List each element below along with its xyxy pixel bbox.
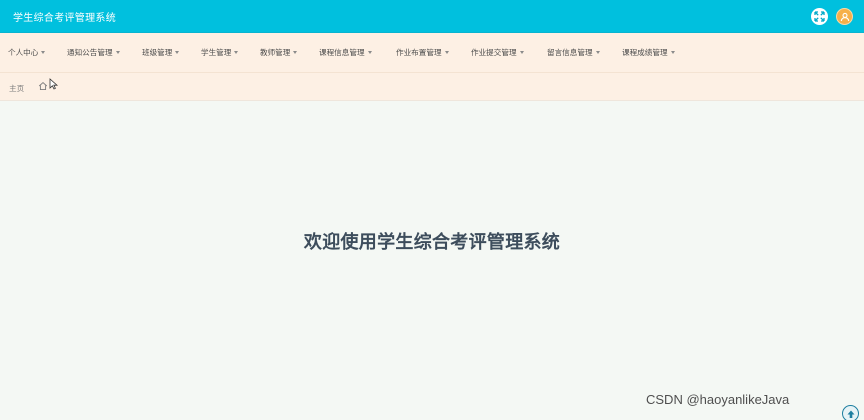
main-content: 欢迎使用学生综合考评管理系统 <box>0 101 864 420</box>
nav-item-submission-management[interactable]: 作业提交管理 <box>471 47 524 58</box>
main-nav: 个人中心 通知公告管理 班级管理 学生管理 教师管理 课程信息管理 作业布置管理… <box>0 33 864 73</box>
nav-item-message-management[interactable]: 留言信息管理 <box>547 47 600 58</box>
nav-item-label: 学生管理 <box>201 48 232 57</box>
nav-item-personal-center[interactable]: 个人中心 <box>8 47 46 58</box>
chevron-down-icon <box>670 51 675 54</box>
welcome-heading: 欢迎使用学生综合考评管理系统 <box>303 232 561 253</box>
arrow-up-icon <box>847 410 854 418</box>
nav-item-notice-management[interactable]: 通知公告管理 <box>67 47 120 58</box>
nav-item-label: 个人中心 <box>8 48 39 57</box>
chevron-down-icon <box>175 51 180 54</box>
nav-item-label: 作业布置管理 <box>396 48 442 57</box>
breadcrumb-home-link[interactable]: 主页 <box>9 83 24 94</box>
page-root: 学生综合考评管理系统 个人中心 通知公告管理 班级管理 学生管理 教师管理 课程… <box>0 0 864 420</box>
chevron-down-icon <box>367 51 372 54</box>
nav-item-student-management[interactable]: 学生管理 <box>201 47 239 58</box>
nav-item-label: 教师管理 <box>260 48 291 57</box>
app-title: 学生综合考评管理系统 <box>13 13 116 24</box>
nav-item-label: 课程信息管理 <box>319 48 365 57</box>
chevron-down-icon <box>234 51 239 54</box>
fullscreen-icon <box>814 11 825 22</box>
nav-item-grade-management[interactable]: 课程成绩管理 <box>622 47 675 58</box>
nav-item-label: 班级管理 <box>142 48 173 57</box>
breadcrumb: 主页 <box>0 73 864 101</box>
user-menu-button[interactable] <box>836 8 853 25</box>
nav-item-class-management[interactable]: 班级管理 <box>142 47 180 58</box>
chevron-down-icon <box>519 51 524 54</box>
nav-item-assignment-management[interactable]: 作业布置管理 <box>396 47 449 58</box>
fullscreen-button[interactable] <box>811 8 828 25</box>
mouse-cursor-icon <box>49 78 59 90</box>
nav-item-course-management[interactable]: 课程信息管理 <box>319 47 372 58</box>
home-icon[interactable] <box>38 81 48 91</box>
chevron-down-icon <box>595 51 600 54</box>
nav-item-label: 通知公告管理 <box>67 48 113 57</box>
chevron-down-icon <box>444 51 449 54</box>
chevron-down-icon <box>41 51 46 54</box>
nav-item-label: 作业提交管理 <box>471 48 517 57</box>
user-avatar-icon <box>840 12 849 21</box>
nav-item-label: 留言信息管理 <box>547 48 593 57</box>
top-header: 学生综合考评管理系统 <box>0 0 864 33</box>
nav-item-label: 课程成绩管理 <box>622 48 668 57</box>
chevron-down-icon <box>115 51 120 54</box>
scroll-to-top-button[interactable] <box>842 405 859 420</box>
watermark-text: CSDN @haoyanlikeJava <box>646 392 790 407</box>
chevron-down-icon <box>293 51 298 54</box>
nav-item-teacher-management[interactable]: 教师管理 <box>260 47 298 58</box>
